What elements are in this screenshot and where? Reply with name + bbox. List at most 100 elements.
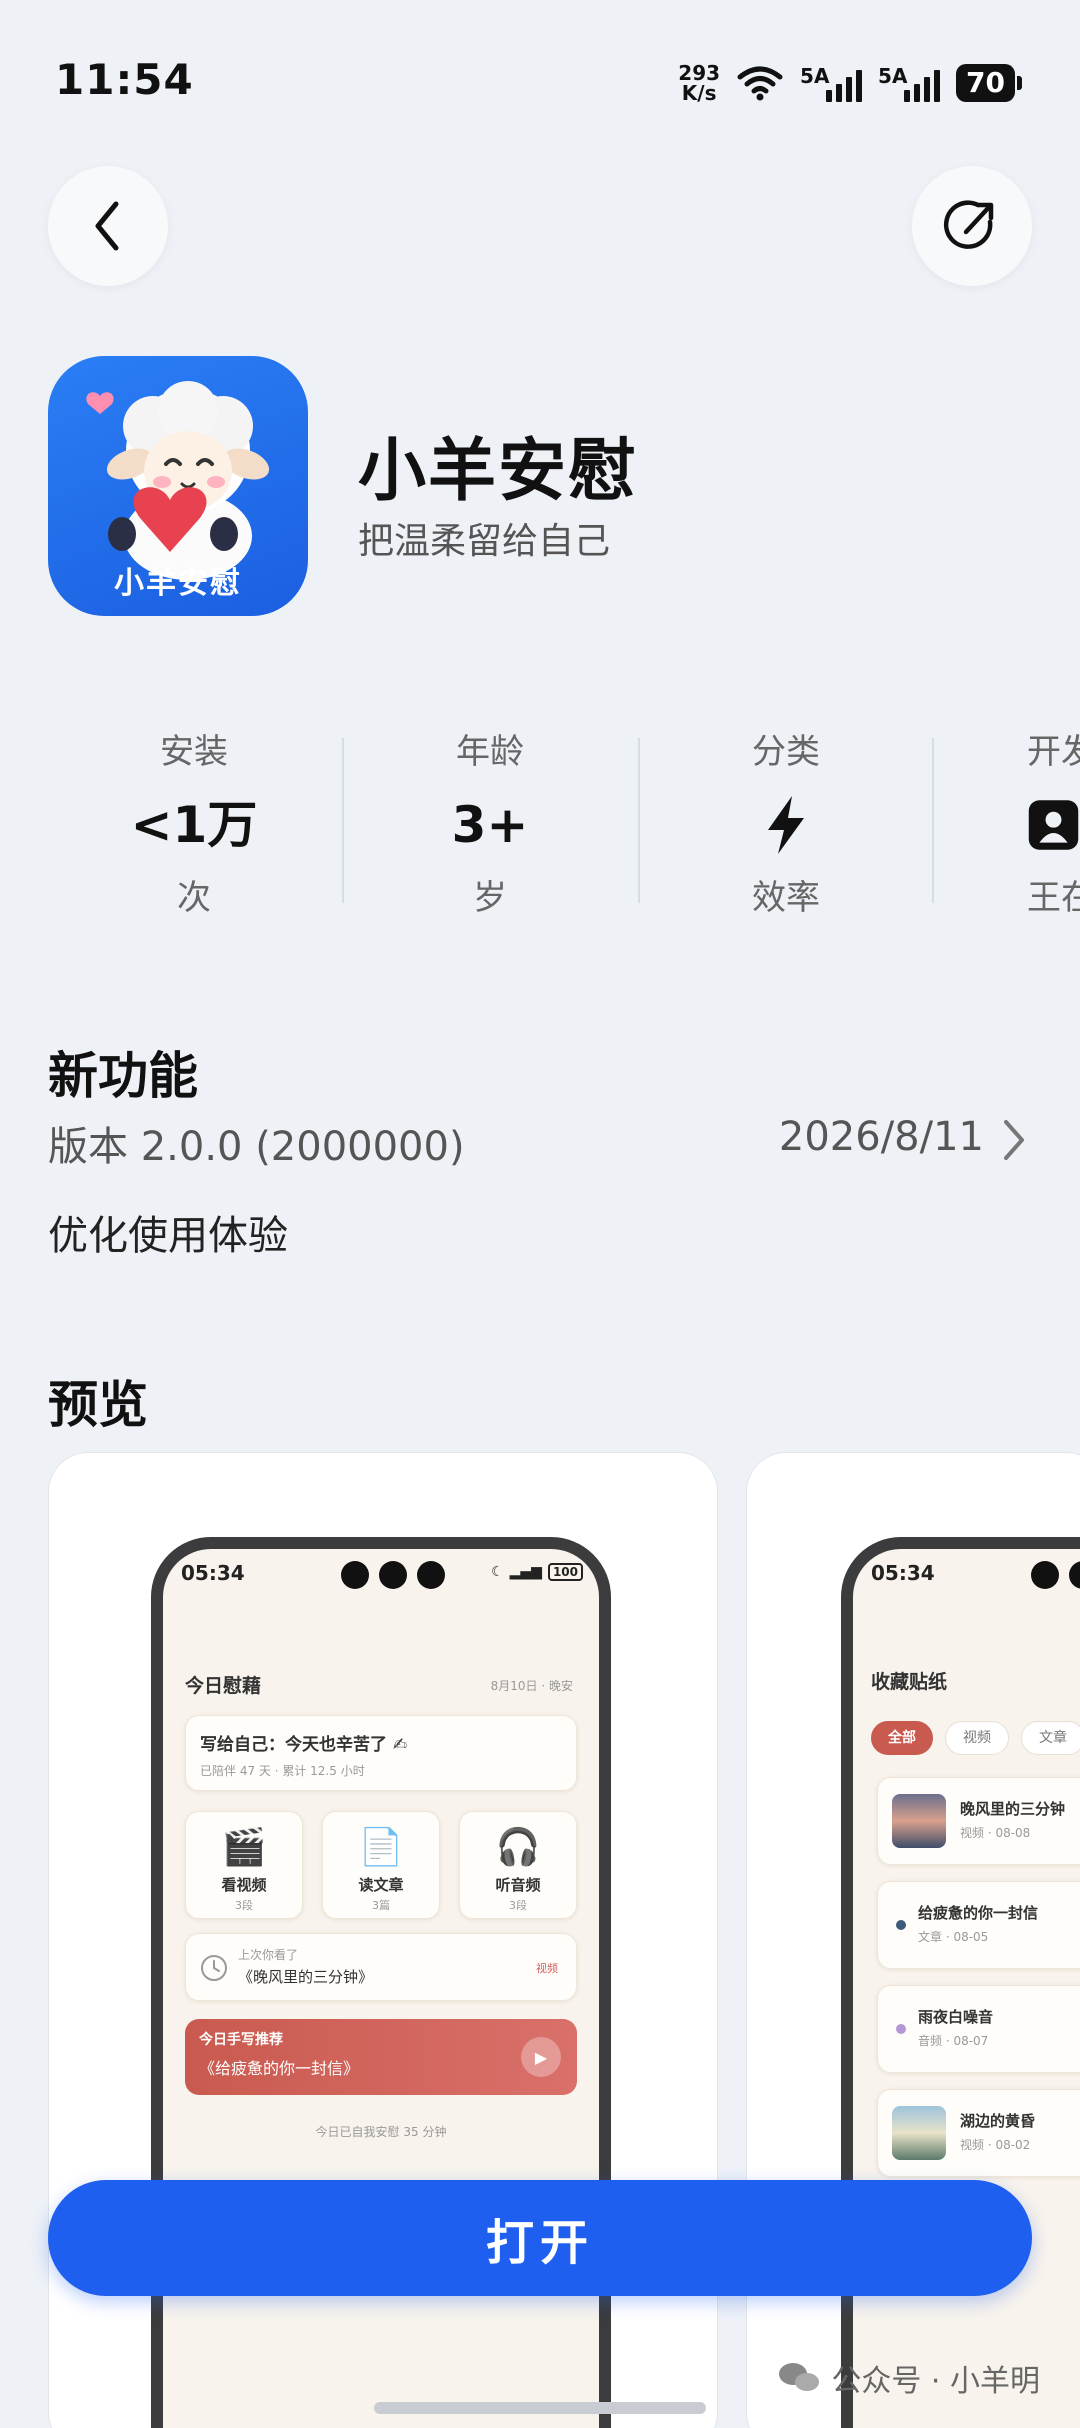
stat-sub: 效率 [752,878,820,918]
tile-name: 看视频 [221,1876,267,1894]
lightning-icon [768,796,804,854]
thumbnail [892,1794,946,1848]
stat-installs: 安装 <1万 次 [46,724,342,919]
wechat-icon [779,2363,820,2391]
stat-value: 3+ [451,796,529,854]
headphones-icon: 🎧 [495,1827,541,1868]
fav-item: 晚风里的三分钟 视频 · 08-08 [877,1777,1080,1865]
stat-developer[interactable]: 开发 王在 [932,724,1080,919]
watermark-text: 公众号 · 小羊明 [831,2364,1040,2399]
note-card: 写给自己：今天也辛苦了 ✍ 已陪伴 47 天 · 累计 12.5 小时 [185,1715,577,1791]
tile-count: 3段 [235,1899,253,1912]
stat-sub: 王在 [1027,878,1080,918]
battery-icon: 70 [956,64,1022,102]
fav-title: 给疲惫的你一封信 [918,1904,1039,1922]
wifi-icon [737,66,783,101]
stat-label: 年龄 [456,732,524,772]
watermark: 公众号 · 小羊明 [777,2356,1040,2400]
stat-label: 分类 [752,732,820,772]
fav-meta: 音频 · 08-07 [918,2034,989,2048]
last-viewed-card: 上次你看了 《晚风里的三分钟》 视频 [185,1933,577,2001]
tile-audio: 🎧 听音频 3段 [459,1811,577,1919]
open-button[interactable]: 打开 [48,2180,1032,2296]
chip-article: 文章 [1021,1721,1080,1755]
stat-sub: 岁 [473,878,507,918]
camera-cutout [341,1561,445,1589]
dot-icon [896,1920,906,1930]
app-icon: 小羊安慰 [48,356,308,616]
tile-name: 读文章 [358,1876,404,1894]
fav-item: 给疲惫的你一封信 文章 · 08-05 [877,1881,1080,1969]
version-text: 版本 2.0.0 (2000000) [48,1124,465,1170]
whats-new-title: 新功能 [48,1047,198,1105]
stat-value: <1万 [130,796,258,854]
phone-time: 05:34 [181,1561,245,1585]
stat-age: 年龄 3+ 岁 [342,724,638,919]
moon-icon: ☾ [491,1564,504,1580]
chip-all: 全部 [871,1721,933,1755]
share-button[interactable] [912,166,1032,286]
screen-date: 8月10日 · 晚安 [490,1679,573,1693]
document-icon: 📄 [358,1827,404,1868]
sim2-label: 5A [878,64,908,88]
app-slogan: 把温柔留给自己 [358,521,611,562]
stat-sub: 次 [177,878,211,918]
version-date[interactable]: 2026/8/11 [779,1114,984,1160]
battery-level: 70 [956,64,1015,102]
tile-count: 3篇 [372,1899,390,1912]
recommend-card: 今日手写推荐 《给疲惫的你一封信》 ▶ [185,2019,577,2095]
note-title: 写给自己：今天也辛苦了 ✍ [200,1735,408,1755]
back-chevron-icon [95,201,119,251]
fav-meta: 文章 · 08-05 [918,1930,989,1944]
app-icon-label: 小羊安慰 [114,566,242,601]
recommend-title: 《给疲惫的你一封信》 [199,2059,360,2078]
stat-value [1027,792,1080,858]
signal-sim1-icon: 5A [800,64,863,102]
dot-icon [896,2024,906,2034]
tile-video: 🎬 看视频 3段 [185,1811,303,1919]
network-speed-unit: K/s [681,81,717,105]
phone-status-icons: ☾ ▂▄▆ 100 [491,1563,583,1581]
thumbnail [892,2106,946,2160]
last-label: 上次你看了 [238,1948,299,1962]
screen-footer: 今日已自我安慰 35 分钟 [315,2125,447,2139]
last-title: 《晚风里的三分钟》 [238,1968,374,1986]
screen-heading: 收藏贴纸 [871,1671,948,1693]
stat-value [638,792,934,858]
chevron-right-icon[interactable] [1000,1118,1028,1162]
clock-icon [201,1955,227,1981]
stat-label: 开发 [1027,732,1080,772]
tile-article: 📄 读文章 3篇 [322,1811,440,1919]
signal-sim2-icon: 5A [878,64,941,102]
fav-title: 雨夜白噪音 [918,2008,994,2026]
fav-item: 湖边的黄昏 视频 · 08-02 [877,2089,1080,2177]
note-sub: 已陪伴 47 天 · 累计 12.5 小时 [200,1764,365,1778]
fav-title: 晚风里的三分钟 [960,1800,1066,1818]
network-speed: 293 K/s [678,63,720,103]
tile-name: 听音频 [495,1876,541,1894]
fav-item: 雨夜白噪音 音频 · 08-07 [877,1985,1080,2073]
phone-battery: 100 [547,1563,583,1581]
last-tag: 视频 [536,1962,558,1975]
back-button[interactable] [48,166,168,286]
recommend-label: 今日手写推荐 [199,2032,283,2048]
camera-cutout [1031,1561,1080,1589]
chip-video: 视频 [945,1721,1009,1755]
fav-title: 湖边的黄昏 [960,2112,1036,2130]
fav-meta: 视频 · 08-08 [960,1826,1031,1840]
status-time: 11:54 [55,55,194,104]
preview-title: 预览 [48,1376,148,1434]
screen-heading: 今日慰藉 [185,1675,262,1697]
play-icon: ▶ [521,2037,561,2077]
developer-icon [1028,800,1079,850]
home-indicator[interactable] [374,2402,706,2414]
stat-category[interactable]: 分类 效率 [638,724,934,919]
fav-meta: 视频 · 08-02 [960,2138,1031,2152]
network-speed-value: 293 [678,61,721,85]
tile-count: 3段 [509,1899,527,1912]
clapper-icon: 🎬 [221,1827,267,1868]
signal-icon: ▂▄▆ [509,1564,542,1580]
phone-time: 05:34 [871,1561,935,1585]
changelog-text: 优化使用体验 [48,1213,288,1259]
stat-label: 安装 [160,732,228,772]
